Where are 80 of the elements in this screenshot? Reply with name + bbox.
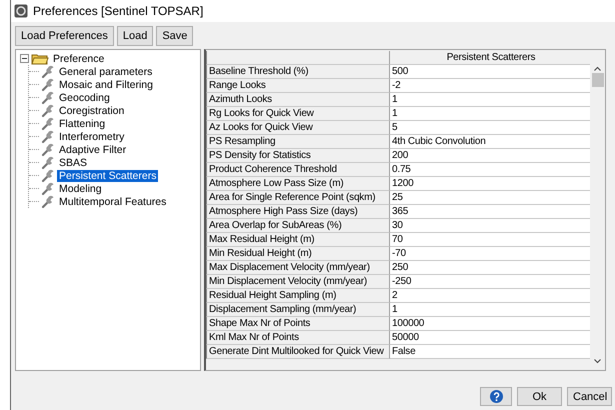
wrench-icon	[41, 64, 55, 78]
property-name: Min Displacement Velocity (mm/year)	[206, 275, 390, 289]
property-name: Range Looks	[206, 79, 390, 93]
tree-item[interactable]: SBAS	[57, 156, 90, 168]
property-name: Azimuth Looks	[206, 93, 390, 107]
value-cell[interactable]: 25	[390, 191, 590, 205]
property-name: Max Displacement Velocity (mm/year)	[206, 261, 390, 275]
value-cell[interactable]: 200	[390, 149, 590, 163]
window-title: Preferences [Sentinel TOPSAR]	[33, 4, 204, 18]
value-cell[interactable]: -2	[390, 79, 590, 93]
property-name: Rg Looks for Quick View	[206, 107, 390, 121]
property-name: Max Residual Height (m)	[206, 233, 390, 247]
value-cell[interactable]: False	[390, 345, 590, 359]
value-cell[interactable]: 4th Cubic Convolution	[390, 135, 590, 149]
value-cell[interactable]: -250	[390, 275, 590, 289]
toolbar-button[interactable]: Load	[116, 26, 154, 46]
property-name: Product Coherence Threshold	[206, 163, 390, 177]
value-cell[interactable]: 0.75	[390, 163, 590, 177]
value-cell[interactable]: 1	[390, 93, 590, 107]
property-name: Shape Max Nr of Points	[206, 317, 390, 331]
property-name: Residual Height Sampling (m)	[206, 289, 390, 303]
value-cell[interactable]: 365	[390, 205, 590, 219]
help-icon	[490, 390, 502, 403]
value-cell[interactable]: 100000	[390, 317, 590, 331]
property-name: Kml Max Nr of Points	[206, 331, 390, 345]
wrench-icon	[41, 156, 55, 170]
value-cell[interactable]: 1	[390, 107, 590, 121]
property-name: PS Density for Statistics	[206, 149, 390, 163]
tree-item[interactable]: Coregistration	[57, 104, 126, 116]
wrench-icon	[41, 116, 55, 130]
wrench-icon	[41, 194, 55, 208]
scroll-up-icon[interactable]	[594, 66, 601, 71]
collapse-toggle-icon[interactable]	[20, 54, 29, 63]
property-name: Min Residual Height (m)	[206, 247, 390, 261]
property-name: Area for Single Reference Point (sqkm)	[206, 191, 390, 205]
help-button[interactable]	[480, 387, 512, 406]
property-name: PS Resampling	[206, 135, 390, 149]
wrench-icon	[41, 90, 55, 104]
tree-item[interactable]: Geocoding	[57, 92, 112, 104]
ok-button[interactable]: Ok	[517, 387, 562, 406]
value-cell[interactable]: 70	[390, 233, 590, 247]
value-cell[interactable]: 1200	[390, 177, 590, 191]
tree-item[interactable]: Modeling	[57, 182, 104, 194]
property-name: Az Looks for Quick View	[206, 121, 390, 135]
value-cell[interactable]: 50000	[390, 331, 590, 345]
property-name: Displacement Sampling (mm/year)	[206, 303, 390, 317]
property-name: Area Overlap for SubAreas (%)	[206, 219, 390, 233]
tree-item[interactable]: Mosaic and Filtering	[57, 78, 155, 90]
cancel-button[interactable]: Cancel	[567, 387, 612, 406]
tree-item[interactable]: Adaptive Filter	[57, 144, 128, 156]
tree-item[interactable]: General parameters	[57, 66, 154, 78]
tree-item[interactable]: Preference	[51, 52, 106, 64]
value-cell[interactable]: -70	[390, 247, 590, 261]
value-cell[interactable]: 1	[390, 303, 590, 317]
wrench-icon	[41, 142, 55, 156]
scroll-down-icon[interactable]	[594, 359, 601, 364]
wrench-icon	[41, 168, 55, 182]
tree-item[interactable]: Interferometry	[57, 130, 126, 142]
property-name: Baseline Threshold (%)	[206, 65, 390, 79]
wrench-icon	[41, 78, 55, 92]
value-cell[interactable]: 30	[390, 219, 590, 233]
scrollbar-thumb[interactable]	[592, 73, 604, 87]
value-cell[interactable]: 250	[390, 261, 590, 275]
toolbar-button[interactable]: Load Preferences	[15, 26, 114, 46]
wrench-icon	[41, 182, 55, 196]
tree-item[interactable]: Persistent Scatterers	[57, 170, 158, 182]
folder-icon	[31, 52, 49, 64]
value-cell[interactable]: 5	[390, 121, 590, 135]
property-name: Generate Dint Multilooked for Quick View	[206, 345, 390, 359]
wrench-icon	[41, 130, 55, 144]
property-name: Atmosphere Low Pass Size (m)	[206, 177, 390, 191]
tree-item[interactable]: Flattening	[57, 118, 108, 130]
column-header: Persistent Scatterers	[390, 51, 590, 65]
value-cell[interactable]: 500	[390, 65, 590, 79]
value-cell[interactable]: 2	[390, 289, 590, 303]
tree-item[interactable]: Multitemporal Features	[57, 196, 168, 208]
property-name: Atmosphere High Pass Size (days)	[206, 205, 390, 219]
toolbar-button[interactable]: Save	[156, 26, 194, 46]
wrench-icon	[41, 104, 55, 118]
app-icon	[14, 4, 28, 18]
